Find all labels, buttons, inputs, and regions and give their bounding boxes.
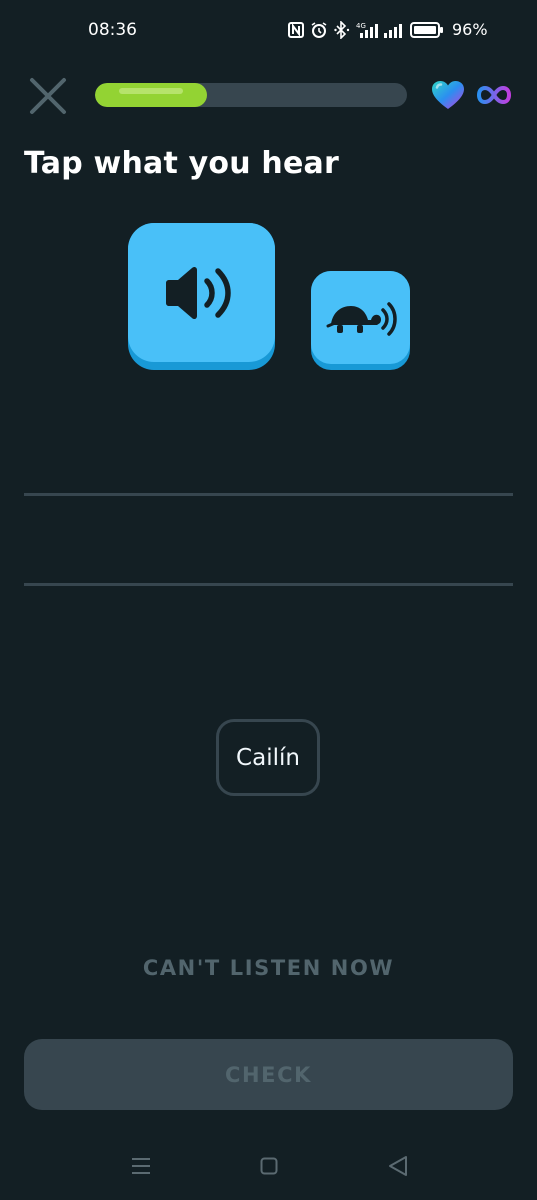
progress-fill bbox=[95, 83, 207, 107]
network-label: 4G bbox=[356, 22, 366, 30]
battery-icon bbox=[410, 21, 443, 38]
alarm-icon bbox=[311, 21, 327, 38]
lesson-progress-bar bbox=[95, 83, 407, 107]
check-button[interactable]: CHECK bbox=[24, 1039, 513, 1110]
check-button-label: CHECK bbox=[224, 1062, 313, 1087]
close-button[interactable] bbox=[28, 76, 68, 116]
cant-listen-now-button[interactable]: CAN'T LISTEN NOW bbox=[0, 956, 537, 980]
signal-icon bbox=[384, 23, 402, 38]
bluetooth-icon bbox=[334, 20, 350, 39]
status-time: 08:36 bbox=[88, 20, 137, 40]
word-chip-cailin[interactable]: Cailín bbox=[216, 719, 320, 796]
play-slow-audio-button[interactable] bbox=[311, 271, 410, 370]
signal-4g-icon: 4G bbox=[356, 22, 378, 38]
answer-line-2 bbox=[24, 583, 513, 586]
progress-shine bbox=[119, 88, 183, 94]
answer-line-1 bbox=[24, 493, 513, 496]
turtle-speaker-icon bbox=[326, 301, 397, 336]
nfc-icon bbox=[288, 21, 304, 38]
battery-percent: 96% bbox=[452, 20, 488, 39]
infinity-icon bbox=[476, 85, 512, 105]
speaker-icon bbox=[165, 266, 231, 319]
word-chip-label: Cailín bbox=[236, 744, 300, 771]
status-icons: 4G 96% bbox=[288, 20, 488, 39]
back-triangle-icon bbox=[389, 1156, 407, 1176]
play-audio-button[interactable] bbox=[128, 223, 275, 370]
home-square-icon bbox=[260, 1157, 278, 1175]
hearts-indicator[interactable] bbox=[431, 80, 465, 114]
nav-home-button[interactable] bbox=[260, 1157, 278, 1179]
exercise-title: Tap what you hear bbox=[24, 146, 339, 181]
heart-icon bbox=[432, 81, 464, 109]
menu-icon bbox=[132, 1158, 150, 1174]
nav-back-button[interactable] bbox=[388, 1155, 408, 1181]
unlimited-hearts bbox=[476, 84, 512, 110]
nav-recents-button[interactable] bbox=[131, 1156, 151, 1180]
close-icon bbox=[30, 78, 66, 114]
